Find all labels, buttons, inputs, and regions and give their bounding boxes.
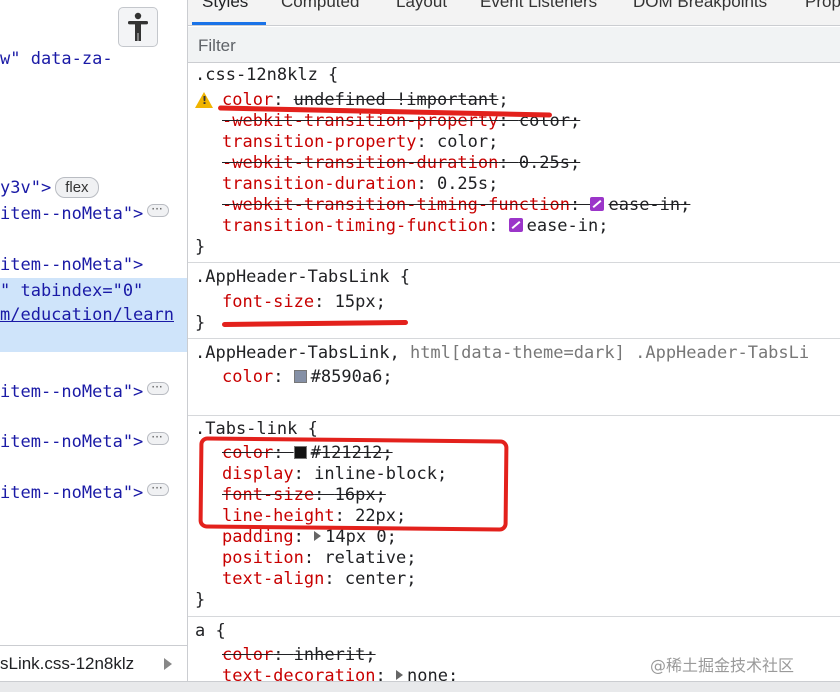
style-rule: .css-12n8klz { color: undefined !importa… bbox=[188, 63, 840, 263]
tab-layout[interactable]: Layout bbox=[396, 0, 447, 12]
dom-node-line[interactable]: item--noMeta"> bbox=[0, 426, 170, 453]
dom-node-line[interactable]: item--noMeta"> bbox=[0, 254, 143, 276]
tab-properties[interactable]: Prop bbox=[805, 0, 840, 12]
breadcrumb[interactable]: sLink.css-12n8klz bbox=[0, 654, 134, 674]
sidebar-tabs: Styles Computed Layout Event Listeners D… bbox=[188, 0, 840, 26]
rule-close-brace: } bbox=[195, 590, 206, 610]
annotation-box bbox=[198, 436, 509, 532]
dom-node-line[interactable]: item--noMeta"> bbox=[0, 198, 170, 225]
declaration[interactable]: transition-property: color; bbox=[222, 132, 498, 153]
ellipsis-icon[interactable] bbox=[147, 477, 170, 499]
rule-close-brace: } bbox=[195, 313, 206, 333]
ellipsis-icon[interactable] bbox=[147, 198, 170, 220]
easing-editor-icon[interactable] bbox=[508, 218, 523, 232]
dom-node-line[interactable]: w" data-za- bbox=[0, 48, 113, 70]
tab-computed[interactable]: Computed bbox=[281, 0, 359, 12]
rule-selector[interactable]: .AppHeader-TabsLink { bbox=[195, 267, 410, 288]
tab-styles[interactable]: Styles bbox=[202, 0, 248, 12]
ellipsis-icon[interactable] bbox=[147, 376, 170, 398]
expand-shorthand-icon[interactable] bbox=[314, 531, 322, 541]
style-rule: .AppHeader-TabsLink { font-size: 15px; } bbox=[188, 264, 840, 339]
rule-selector[interactable]: a { bbox=[195, 621, 226, 642]
color-swatch[interactable] bbox=[293, 370, 307, 383]
style-rule: .AppHeader-TabsLink, html[data-theme=dar… bbox=[188, 340, 840, 416]
declaration[interactable]: color: #8590a6; bbox=[222, 367, 393, 388]
rule-selector[interactable]: .AppHeader-TabsLink, html[data-theme=dar… bbox=[195, 343, 809, 364]
declaration[interactable]: transition-timing-function: ease-in; bbox=[222, 216, 609, 237]
rule-selector[interactable]: .css-12n8klz { bbox=[195, 65, 338, 86]
breadcrumb-scroll-arrow-icon[interactable] bbox=[164, 658, 172, 670]
filter-input[interactable]: Filter bbox=[198, 36, 236, 56]
bottom-scrollbar[interactable] bbox=[0, 681, 840, 692]
easing-editor-icon[interactable] bbox=[590, 197, 605, 211]
declaration-overridden[interactable]: -webkit-transition-duration: 0.25s; bbox=[222, 153, 580, 174]
expand-shorthand-icon[interactable] bbox=[396, 670, 404, 680]
elements-tree-panel: w" data-za- y3v">flex item--noMeta"> ite… bbox=[0, 0, 187, 692]
declaration[interactable]: font-size: 15px; bbox=[222, 292, 386, 313]
watermark: @稀土掘金技术社区 bbox=[650, 656, 795, 675]
tab-dom-breakpoints[interactable]: DOM Breakpoints bbox=[633, 0, 767, 12]
rule-close-brace: } bbox=[195, 237, 206, 257]
declaration[interactable]: text-align: center; bbox=[222, 569, 417, 590]
active-tab-indicator bbox=[192, 22, 266, 25]
declaration-overridden[interactable]: color: inherit; bbox=[222, 645, 376, 666]
declaration[interactable]: transition-duration: 0.25s; bbox=[222, 174, 498, 195]
declaration-overridden[interactable]: -webkit-transition-timing-function: ease… bbox=[222, 195, 690, 216]
accessibility-tree-button[interactable] bbox=[118, 7, 158, 47]
dom-node-line[interactable]: item--noMeta"> bbox=[0, 477, 170, 504]
declaration[interactable]: text-decoration: none; bbox=[222, 666, 458, 681]
accessibility-icon bbox=[128, 12, 148, 41]
breadcrumb-bar: sLink.css-12n8klz bbox=[0, 645, 187, 681]
tab-event-listeners[interactable]: Event Listeners bbox=[480, 0, 597, 12]
flex-badge[interactable]: flex bbox=[55, 177, 99, 198]
styles-pane: Styles Computed Layout Event Listeners D… bbox=[188, 0, 840, 681]
dom-node-line-selected[interactable]: " tabindex="0" bbox=[0, 280, 143, 302]
dom-node-line[interactable]: y3v"> flex bbox=[0, 177, 99, 199]
ellipsis-icon[interactable] bbox=[147, 426, 170, 448]
dom-node-link[interactable]: m/education/learn bbox=[0, 304, 174, 326]
declaration[interactable]: position: relative; bbox=[222, 548, 417, 569]
filter-bar: Filter bbox=[188, 27, 840, 63]
dom-node-line[interactable]: item--noMeta"> bbox=[0, 376, 170, 403]
